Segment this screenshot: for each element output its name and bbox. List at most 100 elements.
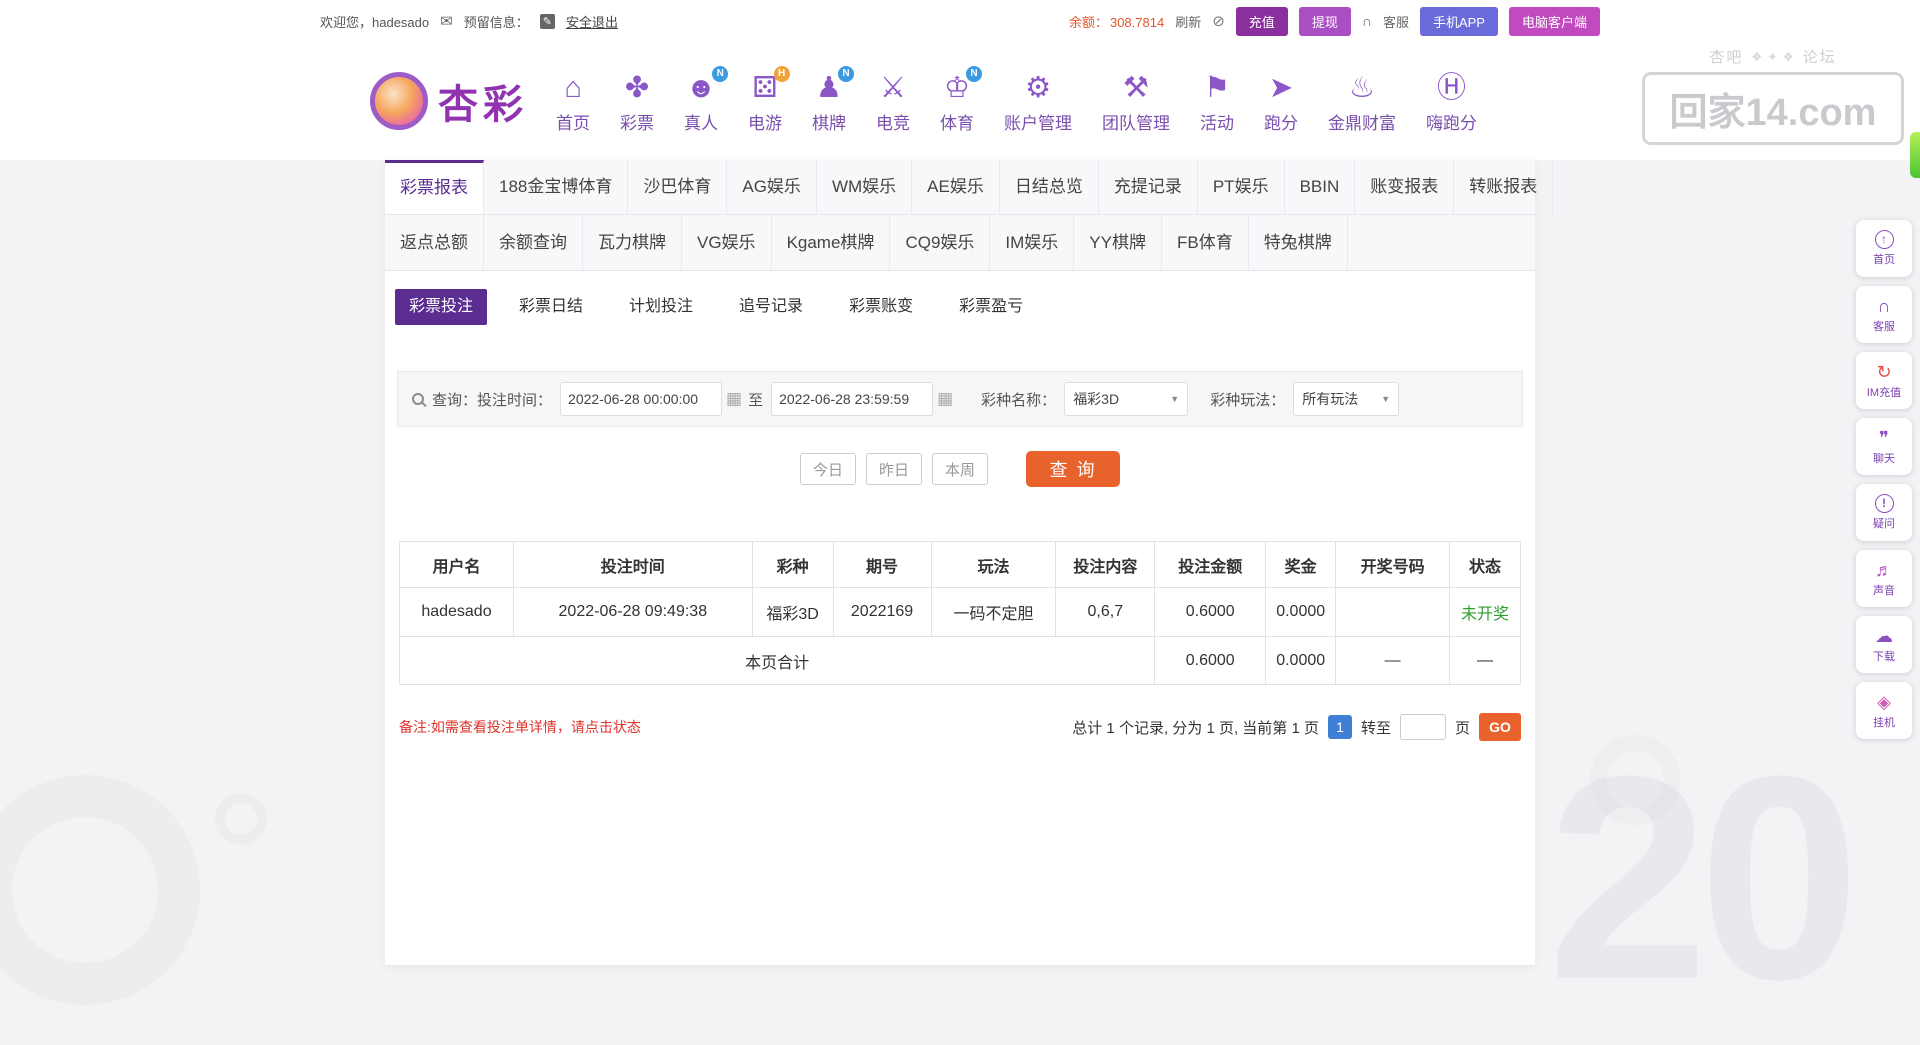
mobile-app-button[interactable]: 手机APP (1419, 6, 1498, 36)
sub-tab-5[interactable]: 彩票盈亏 (945, 289, 1037, 325)
report-tab-0[interactable]: 返点总额 (385, 215, 484, 270)
report-tab-10[interactable]: 账变报表 (1355, 160, 1455, 214)
recharge-button[interactable]: 充值 (1235, 6, 1288, 36)
logo-text: 杏彩 (438, 83, 528, 127)
quick-filter-1[interactable]: 昨日 (865, 453, 922, 485)
cell-7: 0.0000 (1265, 587, 1337, 637)
topbar-right: 余额： 308.7814 刷新 ⊘ 充值 提现 ∩ 客服 手机APP 电脑客户端 (1069, 6, 1600, 36)
report-tab-0[interactable]: 彩票报表 (385, 160, 484, 214)
report-tab-3[interactable]: VG娱乐 (682, 215, 772, 270)
report-tab-1[interactable]: 188金宝博体育 (484, 160, 629, 214)
paofen-icon: ➤ (1268, 71, 1294, 104)
nav-item-sports[interactable]: ♔ N 体育 (940, 65, 982, 134)
cell-6: 0.6000 (1154, 587, 1267, 637)
hipaofen-icon: Ⓗ (1436, 71, 1466, 104)
report-tab-8[interactable]: FB体育 (1162, 215, 1249, 270)
widget-home-top[interactable]: ↑ 首页 (1856, 220, 1912, 277)
mail-icon[interactable]: ✉ (440, 12, 453, 30)
report-tab-8[interactable]: PT娱乐 (1198, 160, 1285, 214)
lottery-select[interactable]: 福彩3D ▼ (1064, 382, 1189, 416)
calendar-icon[interactable]: ▦ (726, 389, 742, 409)
pagination-summary: 总计 1 个记录, 分为 1 页, 当前第 1 页 (1072, 719, 1319, 737)
end-time-input[interactable] (771, 382, 934, 416)
goto-page-input[interactable] (1399, 714, 1446, 740)
widget-hangup[interactable]: ◈ 挂机 (1856, 682, 1912, 739)
report-tab-9[interactable]: BBIN (1285, 160, 1356, 214)
nav-item-label: 电竞 (876, 113, 910, 133)
nav-item-egames[interactable]: ⚄ H 电游 (748, 65, 790, 134)
sub-tab-3[interactable]: 追号记录 (725, 289, 817, 325)
nav-item-activity[interactable]: ⚑ 活动 (1200, 69, 1234, 134)
nav-item-team[interactable]: ⚒ 团队管理 (1102, 69, 1170, 134)
report-tab-2[interactable]: 瓦力棋牌 (583, 215, 682, 270)
report-tab-4[interactable]: Kgame棋牌 (772, 215, 891, 270)
status-cell[interactable]: 未开奖 (1449, 587, 1521, 637)
sub-tab-0[interactable]: 彩票投注 (395, 289, 488, 325)
badge-n-icon: N (966, 65, 982, 82)
pc-client-button[interactable]: 电脑客户端 (1508, 6, 1600, 36)
widget-label: 聊天 (1873, 452, 1895, 465)
download-icon: ☁ (1875, 625, 1893, 646)
report-tab-2[interactable]: 沙巴体育 (628, 160, 728, 214)
current-page-badge[interactable]: 1 (1327, 715, 1352, 739)
header: 欢迎您，hadesado ✉ 预留信息： ✎ 安全退出 余额： 308.7814 … (0, 0, 1920, 160)
nav-item-live[interactable]: ☻ N 真人 (684, 65, 729, 134)
sub-tab-4[interactable]: 彩票账变 (835, 289, 927, 325)
report-tab-1[interactable]: 余额查询 (484, 215, 583, 270)
quick-filter-2[interactable]: 本周 (932, 453, 989, 485)
nav-item-paofen[interactable]: ➤ 跑分 (1264, 69, 1298, 134)
start-time-input[interactable] (560, 382, 723, 416)
bets-table: 用户名 投注时间 彩种 期号 玩法 投注内容 投注金额 奖金 开奖号码 状态 hadesado 202… (398, 541, 1521, 685)
sub-tab-2[interactable]: 计划投注 (615, 289, 707, 325)
column-header-8: 开奖号码 (1335, 541, 1451, 588)
team-icon: ⚒ (1123, 71, 1149, 104)
service-link[interactable]: 客服 (1383, 12, 1409, 31)
go-button[interactable]: GO (1479, 713, 1521, 741)
play-type-select[interactable]: 所有玩法 ▼ (1293, 382, 1400, 416)
report-tab-5[interactable]: CQ9娱乐 (890, 215, 991, 270)
eye-off-icon[interactable]: ⊘ (1212, 12, 1225, 30)
report-tab-9[interactable]: 特兔棋牌 (1249, 215, 1348, 270)
topbar-left: 欢迎您，hadesado ✉ 预留信息： ✎ 安全退出 (320, 12, 618, 31)
nav-item-esports[interactable]: ⚔ 电竞 (876, 69, 910, 134)
report-tab-7[interactable]: YY棋牌 (1074, 215, 1162, 270)
widget-sound[interactable]: ♬ 声音 (1856, 550, 1912, 607)
report-tab-3[interactable]: AG娱乐 (727, 160, 817, 214)
widget-label: IM充值 (1866, 386, 1902, 399)
search-button[interactable]: 查 询 (1026, 451, 1121, 487)
report-tab-5[interactable]: AE娱乐 (912, 160, 1000, 214)
nav-item-chess[interactable]: ♟ N 棋牌 (812, 65, 854, 134)
report-tab-11[interactable]: 转账报表 (1454, 160, 1554, 214)
widget-im-recharge[interactable]: ↻ IM充值 (1856, 352, 1912, 409)
site-logo[interactable]: 杏彩 (370, 72, 528, 130)
decor-ring (215, 793, 267, 845)
refresh-link[interactable]: 刷新 (1175, 12, 1201, 31)
sub-tabs: 彩票投注 彩票日结 计划投注 追号记录 彩票账变 彩票盈亏 (395, 289, 1535, 325)
widget-service[interactable]: ∩ 客服 (1856, 286, 1912, 343)
widget-chat[interactable]: ❞ 聊天 (1856, 418, 1912, 475)
edit-icon[interactable]: ✎ (539, 13, 555, 29)
scrollbar-thumb[interactable] (1910, 132, 1920, 178)
nav-item-jinding[interactable]: ♨ 金鼎财富 (1328, 69, 1396, 134)
withdraw-button[interactable]: 提现 (1298, 6, 1351, 36)
nav-item-home[interactable]: ⌂ 首页 (556, 69, 590, 134)
report-tab-6[interactable]: IM娱乐 (990, 215, 1075, 270)
report-tab-7[interactable]: 充提记录 (1099, 160, 1198, 214)
nav-item-hipaofen[interactable]: Ⓗ 嗨跑分 (1426, 69, 1477, 134)
quick-filter-0[interactable]: 今日 (799, 453, 856, 485)
filter-bar: 查询： 投注时间： ▦ 至 ▦ 彩种名称： 福彩3D ▼ 彩种玩法： 所有玩法 … (397, 371, 1523, 427)
widget-download[interactable]: ☁ 下载 (1856, 616, 1912, 673)
nav-item-account[interactable]: ⚙ 账户管理 (1004, 69, 1072, 134)
calendar-icon[interactable]: ▦ (937, 389, 953, 409)
balance-value: 308.7814 (1109, 14, 1165, 30)
footer-note: 备注:如需查看投注单详情，请点击状态 (399, 719, 641, 735)
logout-link[interactable]: 安全退出 (566, 12, 618, 31)
column-header-3: 期号 (832, 541, 932, 588)
nav-item-label: 首页 (556, 113, 590, 133)
report-tab-6[interactable]: 日结总览 (1000, 160, 1099, 214)
nav-item-lottery[interactable]: ✤ 彩票 (620, 69, 654, 134)
report-tab-4[interactable]: WM娱乐 (817, 160, 913, 214)
sub-tab-1[interactable]: 彩票日结 (505, 289, 597, 325)
cell-3: 2022169 (832, 587, 932, 637)
widget-question[interactable]: ! 疑问 (1856, 484, 1912, 541)
